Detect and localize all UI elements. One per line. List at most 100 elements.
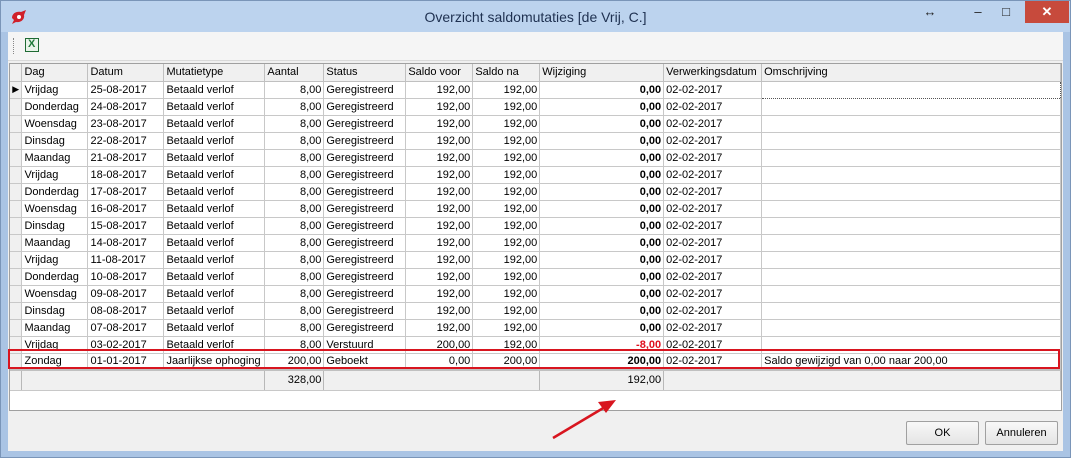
ok-button[interactable]: OK [906,421,979,445]
cancel-button[interactable]: Annuleren [985,421,1058,445]
table-row[interactable]: Vrijdag 18-08-2017 Betaald verlof 8,00 Gereg… [10,166,1061,184]
title-bar[interactable]: Overzicht saldomutaties [de Vrij, C.] ↔ … [1,1,1070,32]
cell-aantal: 8,00 [264,302,325,320]
cell-saldo-voor: 192,00 [405,183,474,201]
row-indicator[interactable] [10,115,23,133]
totals-spacer [21,369,266,391]
cell-saldo-voor: 192,00 [405,115,474,133]
table-row[interactable]: Dinsdag 15-08-2017 Betaald verlof 8,00 Gereg… [10,217,1061,235]
cell-omschrijving [761,200,1061,218]
table-row[interactable]: Woensdag 23-08-2017 Betaald verlof 8,00 Gere… [10,115,1061,133]
cell-datum: 21-08-2017 [87,149,165,167]
row-indicator[interactable] [10,183,23,201]
mutations-table: Dag Datum Mutatietype Aantal Status Sald… [10,64,1061,391]
row-indicator[interactable] [10,268,23,286]
cell-aantal: 8,00 [264,115,325,133]
cell-mutatietype: Jaarlijkse ophoging [163,353,266,371]
row-indicator[interactable] [10,149,23,167]
column-header-status[interactable]: Status [323,64,407,82]
row-indicator[interactable] [10,302,23,320]
cell-verwerkingsdatum: 02-02-2017 [663,115,763,133]
row-indicator[interactable] [10,285,23,303]
cell-dag: Donderdag [21,98,89,116]
cell-verwerkingsdatum: 02-02-2017 [663,166,763,184]
row-indicator[interactable] [10,217,23,235]
mutations-grid[interactable]: Dag Datum Mutatietype Aantal Status Sald… [9,63,1062,411]
cell-saldo-voor: 192,00 [405,132,474,150]
cell-omschrijving [761,302,1061,320]
row-indicator[interactable] [10,98,23,116]
table-row[interactable]: Dinsdag 22-08-2017 Betaald verlof 8,00 Gereg… [10,132,1061,150]
table-row[interactable]: ▶ Vrijdag 25-08-2017 Betaald verlof 8,00 Gere… [10,80,1061,99]
cell-mutatietype: Betaald verlof [163,200,266,218]
row-indicator[interactable] [10,336,23,354]
cell-omschrijving [761,132,1061,150]
cell-saldo-na: 192,00 [472,81,541,99]
cell-dag: Woensdag [21,115,89,133]
table-row[interactable]: Maandag 21-08-2017 Betaald verlof 8,00 Gereg… [10,149,1061,167]
cell-status: Geregistreerd [323,166,407,184]
cell-wijziging: 0,00 [539,132,665,150]
dialog-window: Overzicht saldomutaties [de Vrij, C.] ↔ … [0,0,1071,458]
column-header-omschrijving[interactable]: Omschrijving [761,64,1061,82]
table-row[interactable]: Donderdag 24-08-2017 Betaald verlof 8,00 Ger… [10,98,1061,116]
column-header-saldo-voor[interactable]: Saldo voor [405,64,474,82]
close-button[interactable]: ✕ [1025,1,1069,23]
table-row[interactable]: Maandag 14-08-2017 Betaald verlof 8,00 Gereg… [10,234,1061,252]
cell-datum: 18-08-2017 [87,166,165,184]
column-header-dag[interactable]: Dag [21,64,89,82]
toolbar-grip[interactable] [13,38,16,54]
cell-saldo-na: 192,00 [472,149,541,167]
row-indicator[interactable] [10,251,23,269]
row-indicator[interactable] [10,132,23,150]
cell-status: Geboekt [323,353,407,371]
table-row[interactable]: Vrijdag 11-08-2017 Betaald verlof 8,00 Gereg… [10,251,1061,269]
table-row[interactable]: Dinsdag 08-08-2017 Betaald verlof 8,00 Gereg… [10,302,1061,320]
column-header-aantal[interactable]: Aantal [264,64,325,82]
cell-mutatietype: Betaald verlof [163,149,266,167]
excel-export-icon[interactable]: X [25,38,39,52]
cell-datum: 25-08-2017 [87,81,165,99]
cell-dag: Vrijdag [21,81,89,99]
cell-status: Geregistreerd [323,285,407,303]
excel-icon-glyph: X [28,38,36,50]
cell-omschrijving [761,234,1061,252]
cell-wijziging: 0,00 [539,149,665,167]
cell-status: Geregistreerd [323,319,407,337]
table-row[interactable]: Donderdag 17-08-2017 Betaald verlof 8,00 Ger… [10,183,1061,201]
row-indicator[interactable]: ▶ [10,81,23,99]
cell-omschrijving [761,319,1061,337]
cell-mutatietype: Betaald verlof [163,302,266,320]
column-header-mutatietype[interactable]: Mutatietype [163,64,266,82]
cell-saldo-voor: 192,00 [405,285,474,303]
cell-verwerkingsdatum: 02-02-2017 [663,183,763,201]
column-header-datum[interactable]: Datum [87,64,165,82]
row-indicator[interactable] [10,200,23,218]
table-row-highlighted[interactable]: Vrijdag 03-02-2017 Betaald verlof 8,00 Verst… [10,336,1061,354]
row-indicator[interactable] [10,319,23,337]
maximize-button[interactable]: □ [993,1,1019,23]
cell-saldo-na: 192,00 [472,234,541,252]
row-indicator[interactable] [10,166,23,184]
cell-dag: Vrijdag [21,166,89,184]
cell-verwerkingsdatum: 02-02-2017 [663,353,763,371]
column-header-saldo-na[interactable]: Saldo na [472,64,541,82]
cell-aantal: 8,00 [264,183,325,201]
column-header-wijziging[interactable]: Wijziging [539,64,665,82]
cell-aantal: 8,00 [264,217,325,235]
table-row[interactable]: Woensdag 16-08-2017 Betaald verlof 8,00 Gere… [10,200,1061,218]
table-row[interactable]: Donderdag 10-08-2017 Betaald verlof 8,00 Ger… [10,268,1061,286]
table-row[interactable]: Zondag 01-01-2017 Jaarlijkse ophoging 200,0… [10,353,1061,371]
cell-datum: 11-08-2017 [87,251,165,269]
move-icon[interactable]: ↔ [917,1,943,23]
cell-mutatietype: Betaald verlof [163,183,266,201]
table-row[interactable]: Woensdag 09-08-2017 Betaald verlof 8,00 Gere… [10,285,1061,303]
totals-spacer [323,369,541,391]
minimize-button[interactable]: – [965,1,991,23]
table-row[interactable]: Maandag 07-08-2017 Betaald verlof 8,00 Gereg… [10,319,1061,337]
cell-verwerkingsdatum: 02-02-2017 [663,251,763,269]
row-indicator[interactable] [10,234,23,252]
column-header-verwerkingsdatum[interactable]: Verwerkingsdatum [663,64,763,82]
cell-omschrijving [761,268,1061,286]
row-indicator[interactable] [10,353,23,371]
